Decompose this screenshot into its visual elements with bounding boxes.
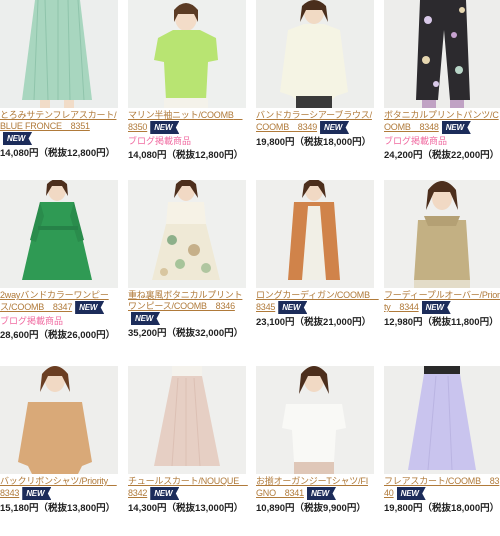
product-photo[interactable] [128,366,246,474]
product-photo[interactable] [128,0,246,108]
product-name-link[interactable]: バンドカラーシアーブラウス/COOMB 8349 NEW [256,110,374,134]
product-card[interactable]: 重ね裏風ボタニカルプリントワンピース/COOMB 8346NEW 35,200円… [128,180,246,340]
product-name-link[interactable]: マリン半袖ニット/COOMB 8350 NEW [128,110,246,134]
product-photo[interactable] [128,180,246,288]
product-price: 19,800円（税抜18,000円） [384,503,500,514]
new-badge: NEW [22,487,52,500]
product-card[interactable]: 2wayバンドカラーワンピース/COOMB 8347 NEW ブログ掲載商品 28… [0,180,118,342]
product-name-link[interactable]: 重ね裏風ボタニカルプリントワンピース/COOMB 8346NEW [128,290,246,325]
product-card[interactable]: ロングカーディガン/COOMB 8345 NEW 23,100円（税抜21,000… [256,180,379,329]
product-price: 28,600円（税抜26,000円） [0,330,116,341]
product-card[interactable]: バックリボンシャツ/Priority 8343 NEW 15,180円（税抜13,… [0,366,118,515]
product-price: 15,180円（税抜13,800円） [0,503,116,514]
product-photo[interactable] [0,366,118,474]
product-name-link[interactable]: ロングカーディガン/COOMB 8345 NEW [256,290,379,314]
product-grid: とろみサテンフレアスカート/BLUE FRONCE 8351NEW 14,080… [0,0,500,536]
product-photo[interactable] [384,366,500,474]
new-badge: NEW [75,301,105,314]
product-price: 24,200円（税抜22,000円） [384,150,500,161]
product-price: 10,890円（税抜9,900円） [256,503,366,514]
product-price: 35,200円（税抜32,000円） [128,328,244,339]
product-card[interactable]: マリン半袖ニット/COOMB 8350 NEW ブログ掲載商品 14,080円（税… [128,0,246,162]
new-badge: NEW [396,487,426,500]
product-photo[interactable] [384,180,500,288]
product-price: 12,980円（税抜11,800円） [384,317,499,328]
product-price: 14,080円（税抜12,800円） [0,148,116,159]
new-badge: NEW [441,121,471,134]
product-card[interactable]: とろみサテンフレアスカート/BLUE FRONCE 8351NEW 14,080… [0,0,118,160]
new-badge: NEW [150,121,180,134]
new-badge: NEW [320,121,350,134]
product-price: 23,100円（税抜21,000円） [256,317,372,328]
product-photo[interactable] [256,180,374,288]
product-name-link[interactable]: とろみサテンフレアスカート/BLUE FRONCE 8351NEW [0,110,118,145]
product-card[interactable]: フレアスカート/COOMB 8340 NEW 19,800円（税抜18,000円） [384,366,500,515]
product-price: 14,080円（税抜12,800円） [128,150,244,161]
new-badge: NEW [131,312,161,325]
product-name-link[interactable]: フレアスカート/COOMB 8340 NEW [384,476,500,500]
product-photo[interactable] [0,180,118,288]
blog-featured-label: ブログ掲載商品 [384,136,448,146]
new-badge: NEW [150,487,180,500]
new-badge: NEW [306,487,337,500]
product-card[interactable]: フーディープルオーバー/Priority 8344 NEW 12,980円（税抜1… [384,180,500,329]
product-photo[interactable] [0,0,118,108]
product-photo[interactable] [256,366,374,474]
product-name-link[interactable]: バックリボンシャツ/Priority 8343 NEW [0,476,118,500]
product-name-link[interactable]: チュールスカート/NOUQUE 8342 NEW [128,476,248,500]
blog-featured-label: ブログ掲載商品 [128,136,192,146]
product-photo[interactable] [256,0,374,108]
product-card[interactable]: バンドカラーシアーブラウス/COOMB 8349 NEW 19,800円（税抜18… [256,0,374,149]
product-name-link[interactable]: ボタニカルプリントパンツ/COOMB 8348 NEW [384,110,500,134]
new-badge: NEW [421,301,451,314]
product-name-link[interactable]: フーディープルオーバー/Priority 8344 NEW [384,290,500,314]
product-price: 14,300円（税抜13,000円） [128,503,244,514]
product-name-link[interactable]: お揃オーガンジーTシャツ/FIGNO 8341 NEW [256,476,374,500]
blog-featured-label: ブログ掲載商品 [0,316,64,326]
product-photo[interactable] [384,0,500,108]
product-card[interactable]: チュールスカート/NOUQUE 8342 NEW 14,300円（税抜13,000… [128,366,248,515]
product-card[interactable]: ボタニカルプリントパンツ/COOMB 8348 NEW ブログ掲載商品 24,20… [384,0,500,162]
product-price: 19,800円（税抜18,000円） [256,137,372,148]
product-name-link[interactable]: 2wayバンドカラーワンピース/COOMB 8347 NEW [0,290,118,314]
new-badge: NEW [278,301,308,314]
product-card[interactable]: お揃オーガンジーTシャツ/FIGNO 8341 NEW 10,890円（税抜9,9… [256,366,374,515]
new-badge: NEW [3,132,33,145]
